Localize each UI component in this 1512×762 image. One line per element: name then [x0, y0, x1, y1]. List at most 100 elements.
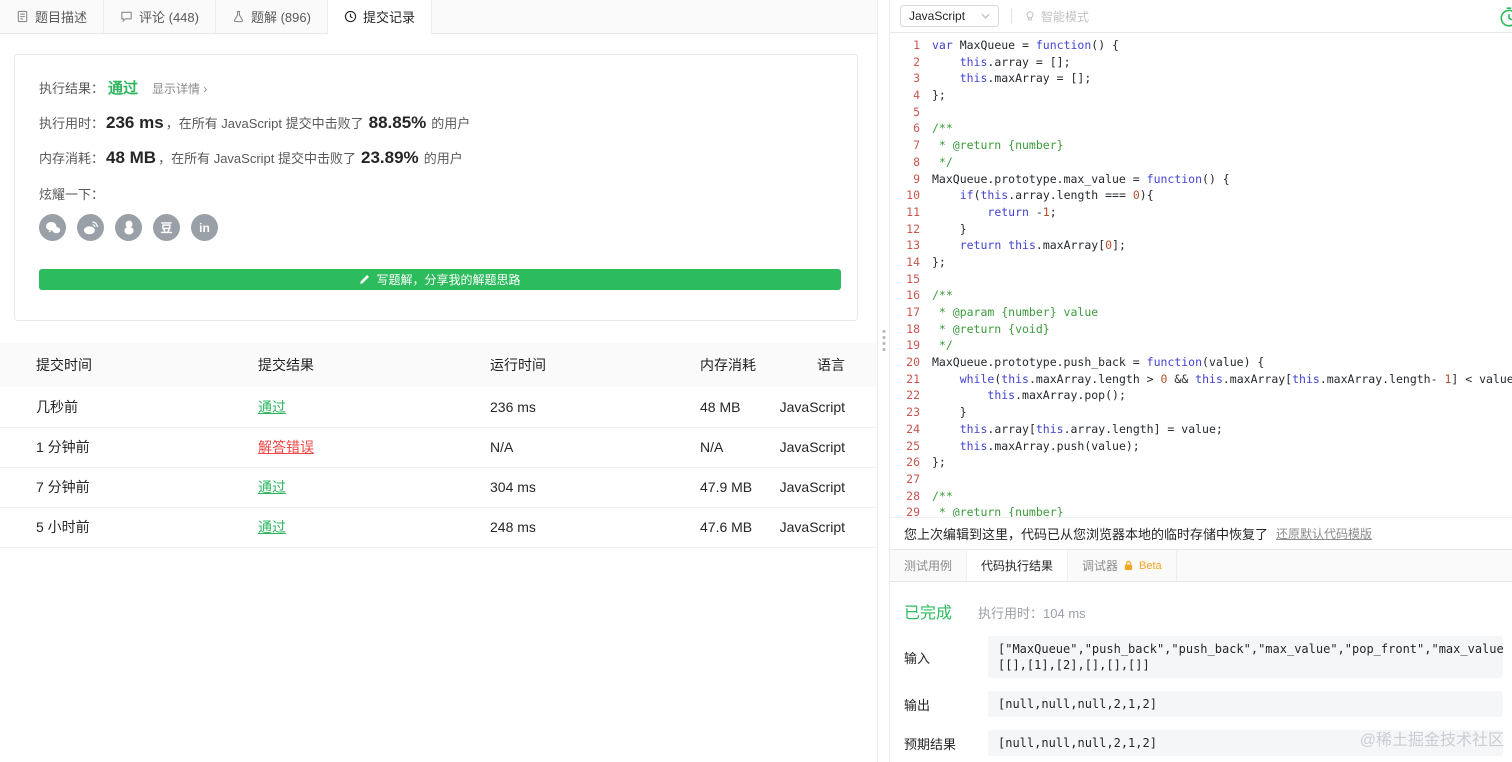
output-row: 输出 [null,null,null,2,1,2] [904, 691, 1503, 717]
output-label: 输出 [904, 695, 988, 714]
language-select-value: JavaScript [909, 9, 965, 23]
submit-time-cell: 5 小时前 [0, 507, 222, 547]
clock-icon [344, 10, 357, 23]
memory-stat-row: 内存消耗： 48 MB ，在所有 JavaScript 提交中击败了 23.89… [39, 148, 841, 168]
smart-mode-label: 智能模式 [1041, 8, 1089, 25]
tab-label: 测试用例 [904, 557, 952, 574]
execution-result-label: 执行结果： [39, 78, 104, 97]
language-select[interactable]: JavaScript [900, 5, 999, 27]
exec-time-value: 104 ms [1043, 606, 1086, 621]
restore-notice-text: 您上次编辑到这里，代码已从您浏览器本地的临时存储中恢复了 [904, 524, 1268, 543]
code-restored-notice: 您上次编辑到这里，代码已从您浏览器本地的临时存储中恢复了 还原默认代码模版 [890, 517, 1512, 549]
header-memory: 内存消耗 [664, 343, 776, 387]
table-row: 5 小时前 通过 248 ms 47.6 MB JavaScript [0, 507, 877, 547]
tab-testcases[interactable]: 测试用例 [890, 550, 967, 581]
memory-value: 48 MB [106, 148, 156, 168]
execution-result-card: 执行结果： 通过 显示详情 › 执行用时： 236 ms ，在所有 JavaSc… [14, 54, 858, 321]
submit-time-cell: 7 分钟前 [0, 467, 222, 507]
write-solution-button[interactable]: 写题解，分享我的解题思路 [39, 269, 841, 290]
language-cell: JavaScript [776, 467, 877, 507]
flask-icon [232, 10, 245, 23]
run-status-row: 已完成 执行用时： 104 ms [904, 599, 1503, 623]
header-language: 语言 [776, 343, 877, 387]
restore-default-template-link[interactable]: 还原默认代码模版 [1276, 525, 1372, 542]
runtime-label: 执行用时： [39, 113, 104, 132]
memory-cell: N/A [664, 427, 776, 467]
weibo-share-icon[interactable] [77, 214, 104, 241]
tab-run-result[interactable]: 代码执行结果 [967, 550, 1068, 581]
left-panel: 题目描述 评论 (448) 题解 (896) 提交记录 [0, 0, 877, 762]
bulb-icon [1024, 10, 1036, 22]
input-label: 输入 [904, 648, 988, 667]
language-cell: JavaScript [776, 507, 877, 547]
submit-time-cell: 几秒前 [0, 387, 222, 427]
submission-result-link[interactable]: 通过 [258, 479, 286, 495]
tab-debugger[interactable]: 调试器 Beta [1068, 550, 1177, 581]
memory-beat-percent: 23.89% [361, 148, 419, 168]
memory-sentence: ，在所有 JavaScript 提交中击败了 [158, 148, 356, 167]
input-line-2: [[],[1],[2],[],[],[]] [998, 657, 1493, 673]
expected-label: 预期结果 [904, 734, 988, 753]
resize-handle-dots [882, 330, 885, 351]
code-gutter: 1234567891011121314151617181920212223242… [890, 37, 920, 517]
qq-share-icon[interactable] [115, 214, 142, 241]
show-details-link[interactable]: 显示详情 › [152, 80, 207, 97]
right-panel: JavaScript 智能模式 123456789101112131415161… [890, 0, 1512, 762]
linkedin-glyph: in [199, 221, 210, 235]
table-row: 1 分钟前 解答错误 N/A N/A JavaScript [0, 427, 877, 467]
tab-label: 代码执行结果 [981, 557, 1053, 574]
toolbar-separator [1011, 9, 1012, 23]
run-result-panel: 已完成 执行用时： 104 ms 输入 ["MaxQueue","push_ba… [890, 582, 1512, 762]
runtime-sentence: ，在所有 JavaScript 提交中击败了 [166, 113, 364, 132]
smart-mode-toggle[interactable]: 智能模式 [1024, 8, 1089, 25]
memory-cell: 47.6 MB [664, 507, 776, 547]
submit-time-cell: 1 分钟前 [0, 427, 222, 467]
panel-resize-handle[interactable] [877, 0, 890, 762]
comment-icon [120, 10, 133, 23]
console-tabbar: 测试用例 代码执行结果 调试器 Beta [890, 549, 1512, 582]
table-row: 几秒前 通过 236 ms 48 MB JavaScript [0, 387, 877, 427]
social-share-row: 豆 in [39, 214, 841, 241]
exec-time-label: 执行用时： [978, 603, 1043, 622]
submission-result-link[interactable]: 通过 [258, 519, 286, 535]
editor-toolbar: JavaScript 智能模式 [890, 0, 1512, 33]
runtime-value: 236 ms [106, 113, 164, 133]
write-solution-label: 写题解，分享我的解题思路 [376, 271, 520, 288]
code-lines[interactable]: var MaxQueue = function() { this.array =… [920, 37, 1512, 517]
runtime-cell: N/A [454, 427, 664, 467]
wechat-share-icon[interactable] [39, 214, 66, 241]
input-row: 输入 ["MaxQueue","push_back","push_back","… [904, 636, 1503, 678]
lock-icon [1123, 560, 1134, 571]
input-line-1: ["MaxQueue","push_back","push_back","max… [998, 641, 1493, 657]
runtime-stat-row: 执行用时： 236 ms ，在所有 JavaScript 提交中击败了 88.8… [39, 113, 841, 133]
execution-status-row: 执行结果： 通过 显示详情 › [39, 77, 841, 98]
submission-result-link[interactable]: 解答错误 [258, 439, 314, 455]
pencil-icon [359, 274, 370, 285]
table-row: 7 分钟前 通过 304 ms 47.9 MB JavaScript [0, 467, 877, 507]
timer-icon[interactable] [1498, 6, 1512, 33]
submission-result-link[interactable]: 通过 [258, 399, 286, 415]
language-cell: JavaScript [776, 387, 877, 427]
tab-label: 题目描述 [35, 7, 87, 26]
tab-solutions[interactable]: 题解 (896) [216, 0, 328, 33]
tab-problem-description[interactable]: 题目描述 [0, 0, 104, 33]
tab-comments[interactable]: 评论 (448) [104, 0, 216, 33]
runtime-cell: 236 ms [454, 387, 664, 427]
runtime-cell: 304 ms [454, 467, 664, 507]
code-editor[interactable]: 1234567891011121314151617181920212223242… [890, 33, 1512, 517]
memory-suffix: 的用户 [424, 148, 463, 167]
runtime-cell: 248 ms [454, 507, 664, 547]
douban-glyph: 豆 [160, 219, 172, 236]
tab-submissions[interactable]: 提交记录 [328, 0, 432, 34]
submissions-page: 执行结果： 通过 显示详情 › 执行用时： 236 ms ，在所有 JavaSc… [0, 34, 877, 762]
header-submit-time: 提交时间 [0, 343, 222, 387]
linkedin-share-icon[interactable]: in [191, 214, 218, 241]
show-off-label: 炫耀一下： [39, 184, 841, 203]
tab-label: 题解 (896) [251, 7, 311, 26]
input-box: ["MaxQueue","push_back","push_back","max… [988, 636, 1503, 678]
tab-label: 评论 (448) [139, 7, 199, 26]
memory-cell: 48 MB [664, 387, 776, 427]
expected-box: [null,null,null,2,1,2] [988, 730, 1503, 756]
chevron-down-icon [981, 13, 990, 19]
douban-share-icon[interactable]: 豆 [153, 214, 180, 241]
